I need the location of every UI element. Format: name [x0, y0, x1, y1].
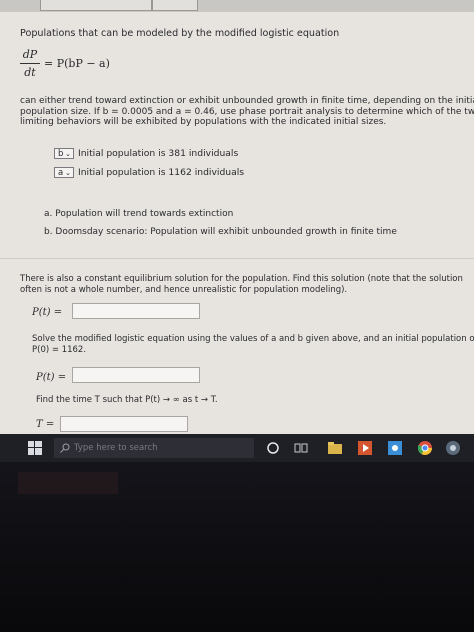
- answer-row: a ⌄ Initial population is 1162 individua…: [54, 167, 244, 178]
- intro-line: can either trend toward extinction or ex…: [20, 96, 474, 106]
- taskbar-search[interactable]: Type here to search: [54, 438, 254, 458]
- intro-line: population size. If b = 0.0005 and a = 0…: [20, 106, 474, 117]
- search-placeholder: Type here to search: [74, 443, 158, 453]
- settings-icon[interactable]: [388, 441, 402, 455]
- equilibrium-line: There is also a constant equilibrium sol…: [20, 274, 463, 284]
- file-explorer-icon[interactable]: [328, 441, 342, 455]
- edge-icon[interactable]: [446, 441, 460, 455]
- question-page: Populations that can be modeled by the m…: [0, 12, 474, 434]
- divider: [0, 258, 474, 259]
- answer-select-value: b: [58, 149, 64, 159]
- solve-paragraph: Solve the modified logistic equation usi…: [32, 334, 474, 355]
- find-T-text: Find the time T such that P(t) → ∞ as t …: [36, 395, 218, 405]
- T-input[interactable]: [60, 416, 188, 432]
- answer-row: b ⌄ Initial population is 381 individual…: [54, 148, 238, 159]
- answer-label: Initial population is 381 individuals: [78, 148, 239, 159]
- equation-numerator: dP: [20, 48, 40, 64]
- intro-paragraph: can either trend toward extinction or ex…: [20, 96, 474, 128]
- chrome-icon[interactable]: [418, 441, 432, 455]
- windows-start-icon[interactable]: [28, 441, 42, 455]
- equilibrium-line: often is not a whole number, and hence u…: [20, 284, 348, 295]
- equation-fraction: dP dt: [20, 48, 40, 79]
- screen: Populations that can be modeled by the m…: [0, 0, 474, 462]
- search-icon: [60, 443, 70, 453]
- equilibrium-input[interactable]: [72, 303, 200, 319]
- cortana-icon[interactable]: [266, 441, 280, 455]
- browser-tab[interactable]: [152, 0, 198, 11]
- solution-input[interactable]: [72, 367, 200, 383]
- option-b: b. Doomsday scenario: Population will ex…: [44, 227, 397, 237]
- option-a: a. Population will trend towards extinct…: [44, 209, 234, 219]
- solve-line: P(0) = 1162.: [32, 344, 87, 355]
- equation-denominator: dt: [24, 66, 36, 79]
- browser-tab[interactable]: [40, 0, 152, 11]
- reflection: [18, 472, 118, 494]
- answer-select[interactable]: a ⌄: [54, 167, 74, 178]
- answer-label: Initial population is 1162 individuals: [78, 167, 245, 178]
- solution-label: P(t) =: [36, 372, 67, 383]
- solve-line: Solve the modified logistic equation usi…: [32, 334, 474, 344]
- intro-line: limiting behaviors will be exhibited by …: [20, 117, 387, 128]
- question-title: Populations that can be modeled by the m…: [20, 28, 340, 39]
- task-view-icon[interactable]: [294, 441, 308, 455]
- chevron-down-icon: ⌄: [65, 150, 71, 158]
- equation-rhs: = P(bP − a): [44, 57, 110, 70]
- equilibrium-label: P(t) =: [32, 307, 63, 318]
- equilibrium-paragraph: There is also a constant equilibrium sol…: [20, 274, 474, 295]
- T-label: T =: [36, 419, 55, 430]
- answer-select-value: a: [58, 168, 64, 178]
- taskbar: Type here to search: [0, 434, 474, 462]
- browser-tab-strip: [0, 0, 474, 12]
- answer-select[interactable]: b ⌄: [54, 148, 74, 159]
- chevron-down-icon: ⌄: [65, 169, 71, 177]
- media-player-icon[interactable]: [358, 441, 372, 455]
